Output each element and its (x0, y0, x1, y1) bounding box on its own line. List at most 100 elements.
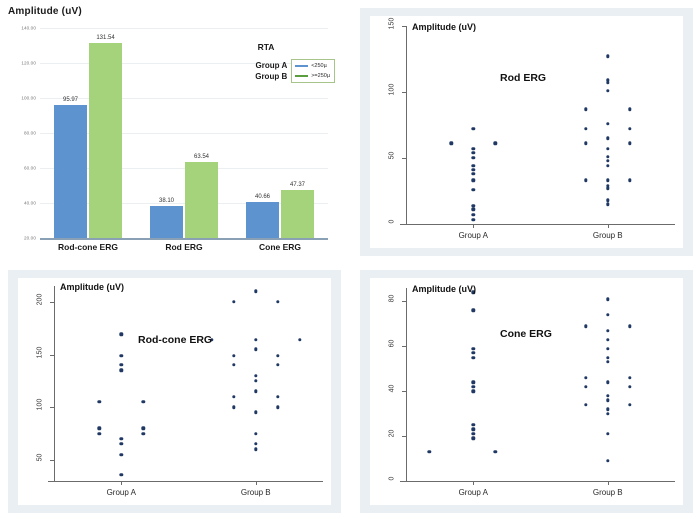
scatter-point[interactable] (493, 450, 497, 454)
scatter-point[interactable] (276, 405, 280, 409)
scatter-point[interactable] (232, 353, 236, 358)
scatter-point[interactable] (606, 54, 610, 59)
scatter-point[interactable] (254, 338, 258, 342)
scatter-point[interactable] (606, 121, 610, 126)
scatter-point[interactable] (471, 436, 475, 441)
scatter-point[interactable] (298, 338, 302, 342)
scatter-point[interactable] (471, 178, 475, 183)
scatter-point[interactable] (471, 187, 475, 192)
scatter-point[interactable] (471, 423, 475, 427)
scatter-point[interactable] (606, 411, 610, 416)
scatter-point[interactable] (471, 346, 475, 351)
scatter-point[interactable] (276, 363, 280, 367)
scatter-point[interactable] (232, 394, 236, 399)
scatter-point[interactable] (584, 324, 588, 328)
scatter-point[interactable] (449, 141, 453, 146)
scatter-point[interactable] (628, 178, 632, 183)
scatter-point[interactable] (471, 147, 475, 151)
scatter-point[interactable] (628, 324, 632, 328)
scatter-point[interactable] (471, 351, 475, 355)
scatter-point[interactable] (471, 308, 475, 313)
scatter-point[interactable] (119, 452, 123, 457)
scatter-point[interactable] (254, 389, 258, 394)
scatter-point[interactable] (276, 353, 280, 358)
scatter-point[interactable] (471, 127, 475, 131)
scatter-point[interactable] (584, 141, 588, 146)
scatter-point[interactable] (232, 300, 236, 304)
bar-group-b[interactable]: 47.37 (281, 182, 314, 238)
scatter-point[interactable] (606, 337, 610, 342)
scatter-point[interactable] (119, 368, 123, 373)
scatter-point[interactable] (471, 427, 475, 432)
scatter-point[interactable] (606, 328, 610, 333)
scatter-point[interactable] (97, 431, 101, 436)
scatter-point[interactable] (628, 376, 632, 380)
scatter-point[interactable] (141, 400, 145, 404)
scatter-point[interactable] (97, 426, 101, 430)
scatter-point[interactable] (606, 154, 610, 159)
scatter-point[interactable] (254, 431, 258, 436)
scatter-point[interactable] (606, 202, 610, 206)
scatter-point[interactable] (628, 141, 632, 146)
scatter-point[interactable] (471, 203, 475, 208)
scatter-point[interactable] (471, 207, 475, 212)
scatter-point[interactable] (254, 373, 258, 378)
scatter-point[interactable] (606, 394, 610, 398)
scatter-point[interactable] (584, 385, 588, 389)
scatter-point[interactable] (493, 141, 497, 146)
scatter-point[interactable] (254, 347, 258, 351)
scatter-point[interactable] (276, 300, 280, 304)
scatter-point[interactable] (606, 346, 610, 351)
bar-group-a[interactable]: 40.66 (246, 194, 279, 238)
scatter-point[interactable] (119, 353, 123, 358)
bar-group-b[interactable]: 63.54 (185, 154, 218, 238)
scatter-point[interactable] (628, 385, 632, 389)
scatter-point[interactable] (471, 151, 475, 155)
scatter-point[interactable] (119, 472, 123, 477)
bar-group-b[interactable]: 131.54 (89, 35, 122, 238)
scatter-point[interactable] (606, 158, 610, 163)
scatter-point[interactable] (606, 88, 610, 93)
scatter-point[interactable] (119, 363, 123, 367)
scatter-point[interactable] (606, 313, 610, 317)
scatter-point[interactable] (584, 178, 588, 183)
scatter-point[interactable] (606, 398, 610, 402)
scatter-point[interactable] (471, 385, 475, 389)
scatter-point[interactable] (119, 442, 123, 446)
scatter-point[interactable] (584, 107, 588, 111)
scatter-point[interactable] (606, 360, 610, 364)
scatter-point[interactable] (427, 450, 431, 454)
scatter-point[interactable] (584, 127, 588, 131)
bar-group-a[interactable]: 38.10 (150, 198, 183, 238)
scatter-point[interactable] (254, 442, 258, 446)
scatter-point[interactable] (471, 172, 475, 176)
scatter-point[interactable] (606, 407, 610, 411)
scatter-point[interactable] (606, 198, 610, 202)
scatter-point[interactable] (584, 376, 588, 380)
scatter-point[interactable] (471, 355, 475, 360)
scatter-point[interactable] (97, 400, 101, 404)
scatter-point[interactable] (141, 431, 145, 436)
scatter-point[interactable] (606, 147, 610, 151)
scatter-point[interactable] (606, 186, 610, 191)
scatter-point[interactable] (276, 394, 280, 399)
scatter-point[interactable] (471, 218, 475, 222)
scatter-point[interactable] (119, 437, 123, 441)
scatter-point[interactable] (606, 178, 610, 183)
scatter-point[interactable] (606, 459, 610, 463)
scatter-point[interactable] (471, 389, 475, 393)
scatter-point[interactable] (232, 405, 236, 409)
scatter-point[interactable] (254, 410, 258, 415)
scatter-point[interactable] (606, 136, 610, 140)
scatter-point[interactable] (471, 213, 475, 217)
scatter-point[interactable] (606, 380, 610, 384)
scatter-point[interactable] (119, 332, 123, 337)
scatter-point[interactable] (471, 164, 475, 168)
scatter-point[interactable] (471, 432, 475, 436)
scatter-point[interactable] (584, 402, 588, 407)
scatter-point[interactable] (254, 289, 258, 293)
scatter-point[interactable] (232, 363, 236, 367)
scatter-point[interactable] (606, 164, 610, 168)
scatter-point[interactable] (254, 379, 258, 383)
scatter-point[interactable] (628, 402, 632, 407)
